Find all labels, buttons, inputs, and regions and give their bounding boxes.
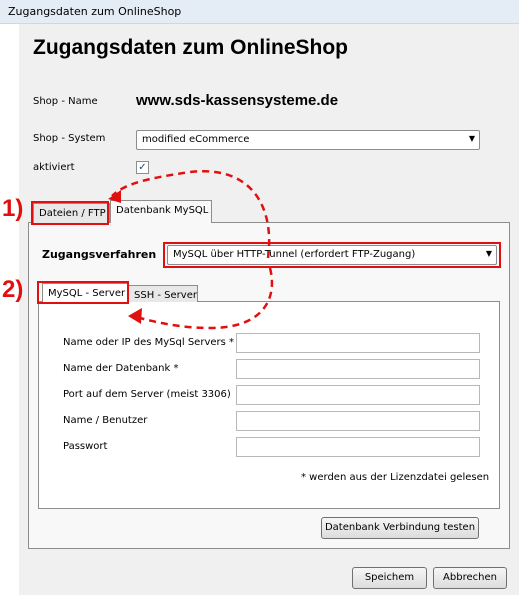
annotation-arrows (108, 169, 274, 330)
arrow-to-mysql-subtab (135, 267, 274, 330)
arrow-head-ftp (108, 190, 121, 203)
arrow-head-mysql (128, 308, 142, 324)
arrow-to-ftp-tab (111, 169, 271, 259)
